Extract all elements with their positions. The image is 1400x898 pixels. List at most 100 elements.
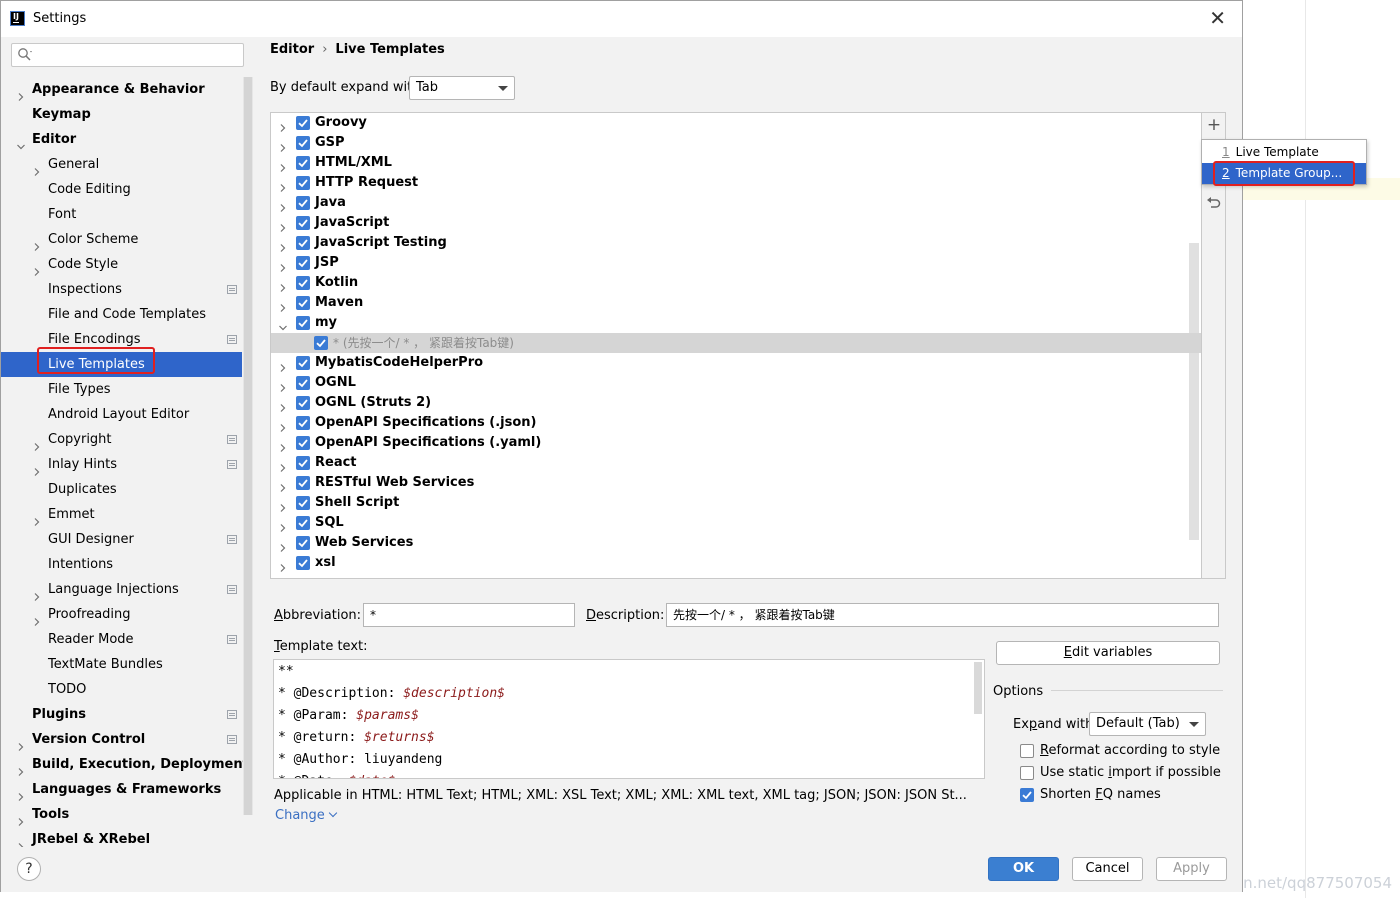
enabled-checkbox[interactable] <box>296 436 310 450</box>
template-group-row[interactable]: GSP <box>271 133 1201 153</box>
chevron-right-icon[interactable] <box>279 159 287 172</box>
sidebar-item[interactable]: Duplicates <box>1 477 242 502</box>
chevron-right-icon[interactable] <box>279 239 287 252</box>
chevron-right-icon[interactable] <box>279 519 287 532</box>
enabled-checkbox[interactable] <box>296 256 310 270</box>
template-group-row[interactable]: xsl <box>271 553 1201 573</box>
description-input[interactable]: 先按一个/ * ， 紧跟着按Tab键 <box>666 603 1219 627</box>
sidebar-item[interactable]: General <box>1 152 242 177</box>
chevron-right-icon[interactable] <box>33 160 41 176</box>
enabled-checkbox[interactable] <box>296 156 310 170</box>
sidebar-item[interactable]: Code Style <box>1 252 242 277</box>
template-text-scrollbar[interactable] <box>974 662 982 714</box>
sidebar-item[interactable]: Copyright <box>1 427 242 452</box>
sidebar-item[interactable]: Color Scheme <box>1 227 242 252</box>
enabled-checkbox[interactable] <box>296 516 310 530</box>
option-checkbox[interactable] <box>1020 766 1034 780</box>
template-group-row[interactable]: RESTful Web Services <box>271 473 1201 493</box>
enabled-checkbox[interactable] <box>296 176 310 190</box>
chevron-right-icon[interactable] <box>17 735 25 751</box>
sidebar-item[interactable]: Build, Execution, Deployment <box>1 752 249 777</box>
template-group-row[interactable]: OGNL (Struts 2) <box>271 393 1201 413</box>
chevron-right-icon[interactable] <box>17 835 25 851</box>
change-contexts-link[interactable]: Change <box>275 808 338 823</box>
chevron-right-icon[interactable] <box>33 610 41 626</box>
sidebar-item[interactable]: Editor <box>1 127 242 152</box>
sidebar-item[interactable]: Language Injections <box>1 577 242 602</box>
chevron-right-icon[interactable] <box>33 235 41 251</box>
chevron-right-icon[interactable] <box>279 179 287 192</box>
enabled-checkbox[interactable] <box>296 116 310 130</box>
sidebar-item[interactable]: Languages & Frameworks <box>1 777 242 802</box>
chevron-down-icon[interactable] <box>17 135 25 150</box>
template-group-row[interactable]: Java <box>271 193 1201 213</box>
chevron-right-icon[interactable] <box>279 559 287 572</box>
enabled-checkbox[interactable] <box>296 316 310 330</box>
chevron-right-icon[interactable] <box>279 439 287 452</box>
chevron-right-icon[interactable] <box>17 785 25 801</box>
chevron-right-icon[interactable] <box>17 810 25 826</box>
template-row[interactable]: * (先按一个/ * ， 紧跟着按Tab键) <box>271 333 1201 353</box>
template-group-row[interactable]: Shell Script <box>271 493 1201 513</box>
enabled-checkbox[interactable] <box>296 456 310 470</box>
enabled-checkbox[interactable] <box>296 396 310 410</box>
breadcrumb-parent[interactable]: Editor <box>270 42 314 57</box>
sidebar-scrollbar-thumb[interactable] <box>244 77 252 815</box>
template-group-row[interactable]: Web Services <box>271 533 1201 553</box>
sidebar-item[interactable]: Keymap <box>1 102 242 127</box>
chevron-right-icon[interactable] <box>279 499 287 512</box>
close-button[interactable]: ✕ <box>1209 8 1226 28</box>
option-checkbox[interactable] <box>1020 788 1034 802</box>
template-group-row[interactable]: HTML/XML <box>271 153 1201 173</box>
sidebar-item[interactable]: Code Editing <box>1 177 242 202</box>
sidebar-item[interactable]: Inlay Hints <box>1 452 242 477</box>
chevron-right-icon[interactable] <box>279 379 287 392</box>
popup-menu-item[interactable]: 1 Live Template <box>1202 142 1366 163</box>
chevron-right-icon[interactable] <box>33 260 41 276</box>
sidebar-item[interactable]: Font <box>1 202 242 227</box>
sidebar-scrollbar[interactable] <box>243 77 253 815</box>
sidebar-item[interactable]: Tools <box>1 802 242 827</box>
sidebar-item[interactable]: Proofreading <box>1 602 242 627</box>
enabled-checkbox[interactable] <box>296 496 310 510</box>
template-group-row[interactable]: React <box>271 453 1201 473</box>
help-button[interactable]: ? <box>17 857 41 881</box>
chevron-right-icon[interactable] <box>279 279 287 292</box>
chevron-right-icon[interactable] <box>279 299 287 312</box>
sidebar-item[interactable]: TODO <box>1 677 242 702</box>
template-group-row[interactable]: JavaScript Testing <box>271 233 1201 253</box>
template-group-row[interactable]: Groovy <box>271 113 1201 133</box>
chevron-right-icon[interactable] <box>17 760 25 776</box>
chevron-right-icon[interactable] <box>279 139 287 152</box>
template-text-editor[interactable]: ** * @Description: $description$ * @Param:… <box>273 659 985 779</box>
enabled-checkbox[interactable] <box>296 476 310 490</box>
template-group-row[interactable]: Kotlin <box>271 273 1201 293</box>
enabled-checkbox[interactable] <box>296 536 310 550</box>
chevron-down-icon[interactable] <box>279 319 287 331</box>
plus-icon[interactable]: + <box>1206 117 1222 134</box>
chevron-right-icon[interactable] <box>33 435 41 451</box>
chevron-right-icon[interactable] <box>279 399 287 412</box>
sidebar-item[interactable]: Android Layout Editor <box>1 402 242 427</box>
template-group-row[interactable]: HTTP Request <box>271 173 1201 193</box>
chevron-right-icon[interactable] <box>279 199 287 212</box>
undo-icon[interactable] <box>1206 195 1222 211</box>
chevron-right-icon[interactable] <box>17 85 25 101</box>
template-group-row[interactable]: JSP <box>271 253 1201 273</box>
ok-button[interactable]: OK <box>988 857 1059 881</box>
enabled-checkbox[interactable] <box>314 336 328 350</box>
expand-with-select[interactable]: Default (Tab) <box>1089 712 1206 736</box>
sidebar-item[interactable]: Reader Mode <box>1 627 242 652</box>
enabled-checkbox[interactable] <box>296 356 310 370</box>
sidebar-item[interactable]: Emmet <box>1 502 242 527</box>
sidebar-item[interactable]: Plugins <box>1 702 242 727</box>
option-checkbox[interactable] <box>1020 744 1034 758</box>
enabled-checkbox[interactable] <box>296 136 310 150</box>
chevron-right-icon[interactable] <box>279 219 287 232</box>
template-group-row[interactable]: OpenAPI Specifications (.yaml) <box>271 433 1201 453</box>
chevron-right-icon[interactable] <box>279 459 287 472</box>
enabled-checkbox[interactable] <box>296 296 310 310</box>
sidebar-item[interactable]: Live Templates <box>1 352 242 377</box>
enabled-checkbox[interactable] <box>296 236 310 250</box>
chevron-right-icon[interactable] <box>279 259 287 272</box>
